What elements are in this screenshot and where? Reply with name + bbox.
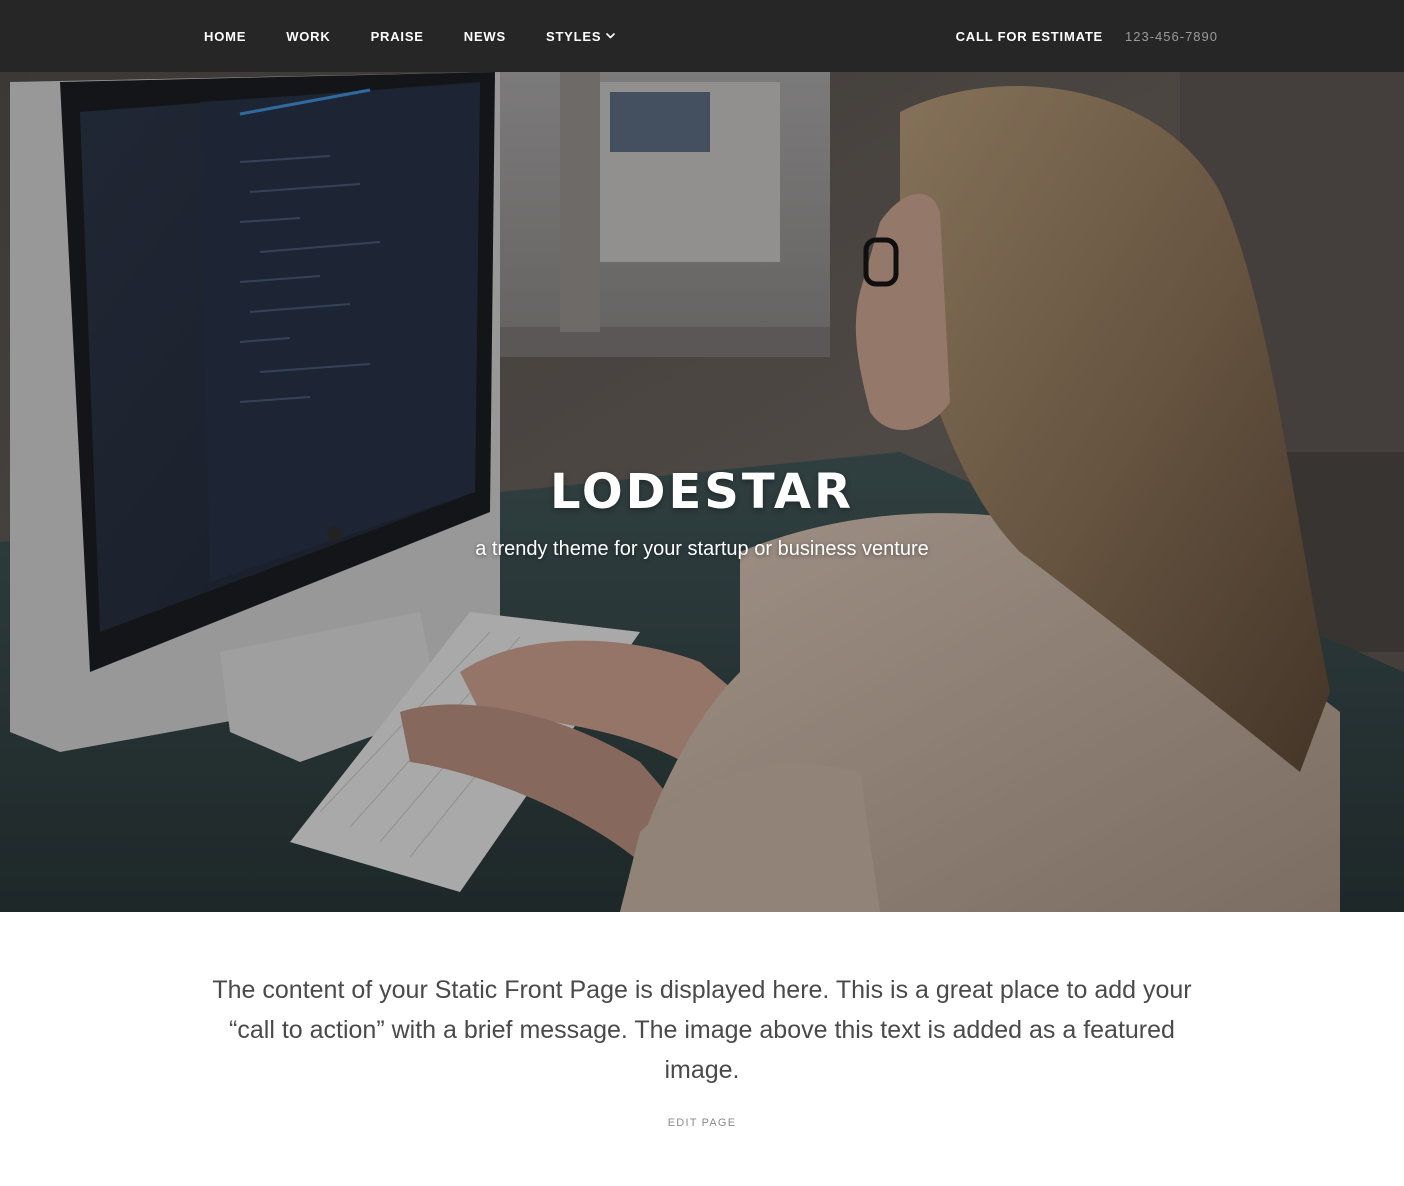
intro-paragraph: The content of your Static Front Page is… [212,976,1192,1084]
nav-item-styles-label: STYLES [545,28,602,44]
edit-page-link[interactable]: EDIT PAGE [0,1117,1404,1129]
site-tagline: a trendy theme for your startup or busin… [475,538,929,560]
nav-item-styles[interactable]: STYLES [545,28,616,44]
main-menu: HOME WORK PRAISE NEWS STYLES [204,0,655,72]
front-page-content: The content of your Static Front Page is… [0,912,1404,1186]
chevron-down-icon [606,33,616,39]
nav-item-news[interactable]: NEWS [464,29,506,44]
call-for-estimate-link[interactable]: CALL FOR ESTIMATE [956,29,1103,44]
contact-area: CALL FOR ESTIMATE 123-456-7890 [956,0,1218,72]
nav-item-work[interactable]: WORK [286,29,330,44]
nav-item-praise[interactable]: PRAISE [371,29,424,44]
phone-number: 123-456-7890 [1125,28,1218,44]
nav-item-home[interactable]: HOME [204,29,246,44]
site-title: LODESTAR [549,464,854,520]
top-navigation-bar: HOME WORK PRAISE NEWS STYLES CALL FOR ES… [0,0,1404,72]
hero-section: LODESTAR a trendy theme for your startup… [0,72,1404,912]
